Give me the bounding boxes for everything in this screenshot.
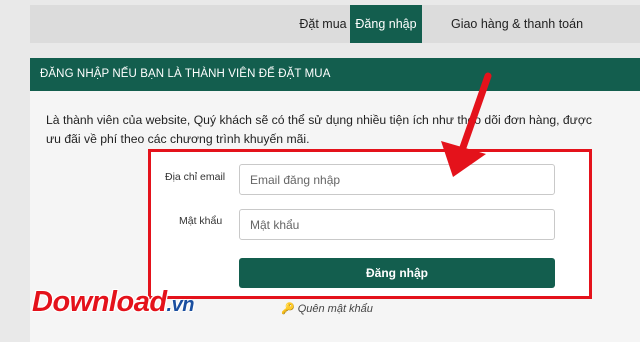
tab-dat-mua[interactable]: Đặt mua [292, 5, 354, 43]
watermark-main: Download [32, 286, 167, 318]
checkout-page: Đặt mua Đăng nhập Giao hàng & thanh toán… [0, 0, 640, 342]
forgot-password-label: Quên mật khẩu [297, 303, 373, 315]
login-button[interactable]: Đăng nhập [239, 258, 555, 288]
section-heading: ĐĂNG NHẬP NẾU BẠN LÀ THÀNH VIÊN ĐỂ ĐẶT M… [30, 58, 640, 91]
watermark-suffix: .vn [166, 294, 195, 316]
watermark-logo: Download.vn [32, 286, 194, 319]
password-field[interactable] [239, 209, 555, 240]
tab-giao-hang[interactable]: Giao hàng & thanh toán [432, 5, 602, 43]
password-label: Mật khẩu [179, 215, 223, 227]
tab-dang-nhap[interactable]: Đăng nhập [350, 5, 422, 43]
email-label: Địa chỉ email [165, 171, 226, 183]
email-field[interactable] [239, 164, 555, 195]
checkout-tab-bar: Đặt mua Đăng nhập Giao hàng & thanh toán [30, 5, 640, 43]
intro-text: Là thành viên của website, Quý khách sẽ … [46, 113, 592, 146]
forgot-password-link[interactable]: 🔑 Quên mật khẩu [281, 302, 373, 315]
key-icon: 🔑 [281, 303, 295, 315]
